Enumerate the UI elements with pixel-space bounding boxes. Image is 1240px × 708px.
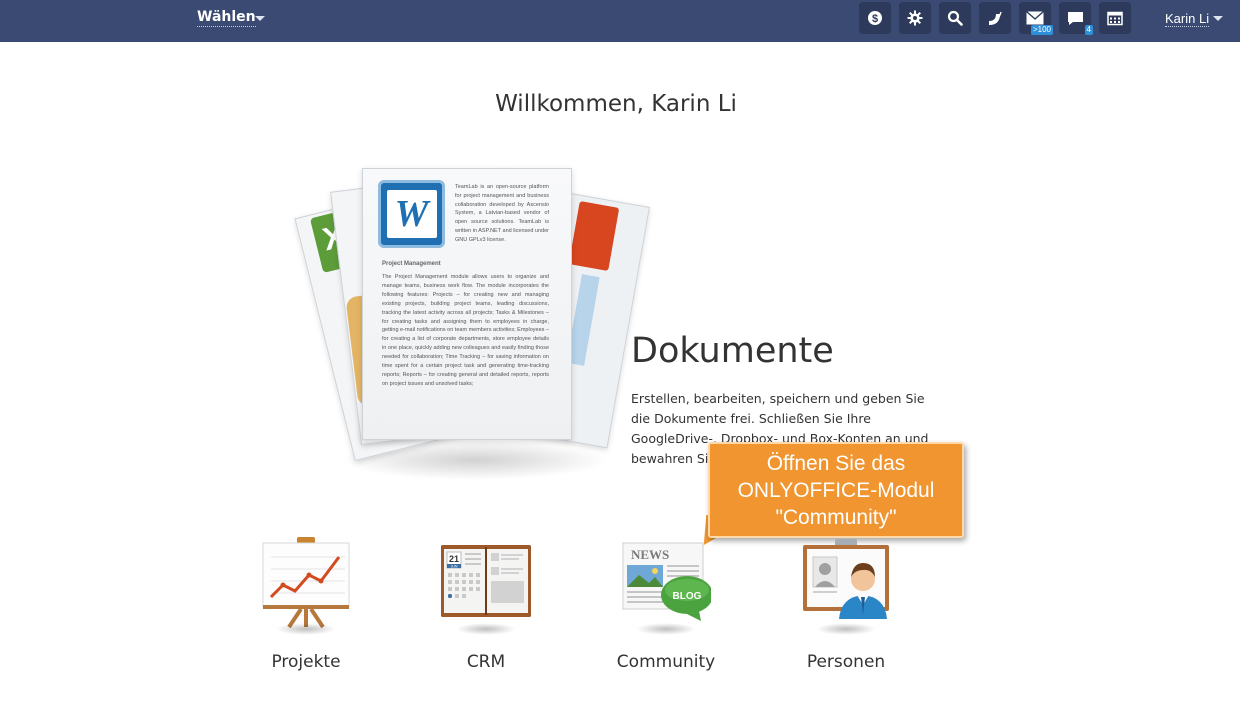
chat-icon xyxy=(1067,11,1083,25)
people-card-icon xyxy=(801,535,891,635)
top-bar: Wählen $ >100 4 Karin Li xyxy=(0,0,1240,42)
chevron-down-icon[interactable] xyxy=(255,16,265,21)
search-icon xyxy=(947,10,963,26)
calendar-button[interactable] xyxy=(1099,2,1131,34)
presentation-chart-icon xyxy=(261,535,351,635)
svg-text:JUN: JUN xyxy=(451,564,458,568)
tutorial-callout: Öffnen Sie das ONLYOFFICE-Modul "Communi… xyxy=(708,442,964,538)
module-label[interactable]: Projekte xyxy=(231,652,381,672)
address-book-icon: 21 JUN xyxy=(440,535,532,635)
callout-line-1: Öffnen Sie das xyxy=(766,452,906,475)
payments-button[interactable]: $ xyxy=(859,2,891,34)
gear-icon xyxy=(907,10,923,26)
module-label[interactable]: CRM xyxy=(411,652,561,672)
chat-button[interactable]: 4 xyxy=(1059,2,1093,35)
mail-count-badge: >100 xyxy=(1030,25,1053,35)
chat-count-badge: 4 xyxy=(1084,25,1093,35)
search-button[interactable] xyxy=(939,2,971,34)
calendar-icon xyxy=(1107,11,1123,26)
user-menu[interactable]: Karin Li xyxy=(1165,11,1210,27)
feed-button[interactable] xyxy=(979,2,1011,34)
news-blog-icon: NEWS BLOG xyxy=(621,535,713,635)
svg-text:BLOG: BLOG xyxy=(673,591,702,602)
module-projects[interactable]: Projekte xyxy=(231,535,381,685)
svg-text:21: 21 xyxy=(449,554,459,564)
chevron-down-icon[interactable] xyxy=(1213,16,1223,21)
document-heading: Project Management xyxy=(382,261,441,267)
module-crm[interactable]: 21 JUN CRM xyxy=(411,535,561,685)
module-label[interactable]: Community xyxy=(591,652,741,672)
document-intro-text: TeamLab is an open-source platform for p… xyxy=(455,184,549,243)
module-community[interactable]: NEWS BLOG Community xyxy=(591,535,741,685)
featured-module-title[interactable]: Dokumente xyxy=(631,331,834,371)
welcome-heading: Willkommen, Karin Li xyxy=(495,91,737,117)
payments-icon: $ xyxy=(868,11,882,25)
word-icon: W xyxy=(378,180,445,248)
mail-icon xyxy=(1026,11,1044,25)
svg-text:NEWS: NEWS xyxy=(631,547,669,562)
module-people[interactable]: Personen xyxy=(771,535,921,685)
feed-icon xyxy=(989,11,1002,25)
svg-text:$: $ xyxy=(872,13,878,25)
callout-line-3: "Community" xyxy=(775,506,897,529)
settings-button[interactable] xyxy=(899,2,931,34)
document-body-text: The Project Management module allows use… xyxy=(382,274,549,387)
callout-line-2: ONLYOFFICE-Modul xyxy=(737,479,935,502)
module-label[interactable]: Personen xyxy=(771,652,921,672)
mail-button[interactable]: >100 xyxy=(1019,2,1053,35)
module-chooser[interactable]: Wählen xyxy=(197,9,256,27)
